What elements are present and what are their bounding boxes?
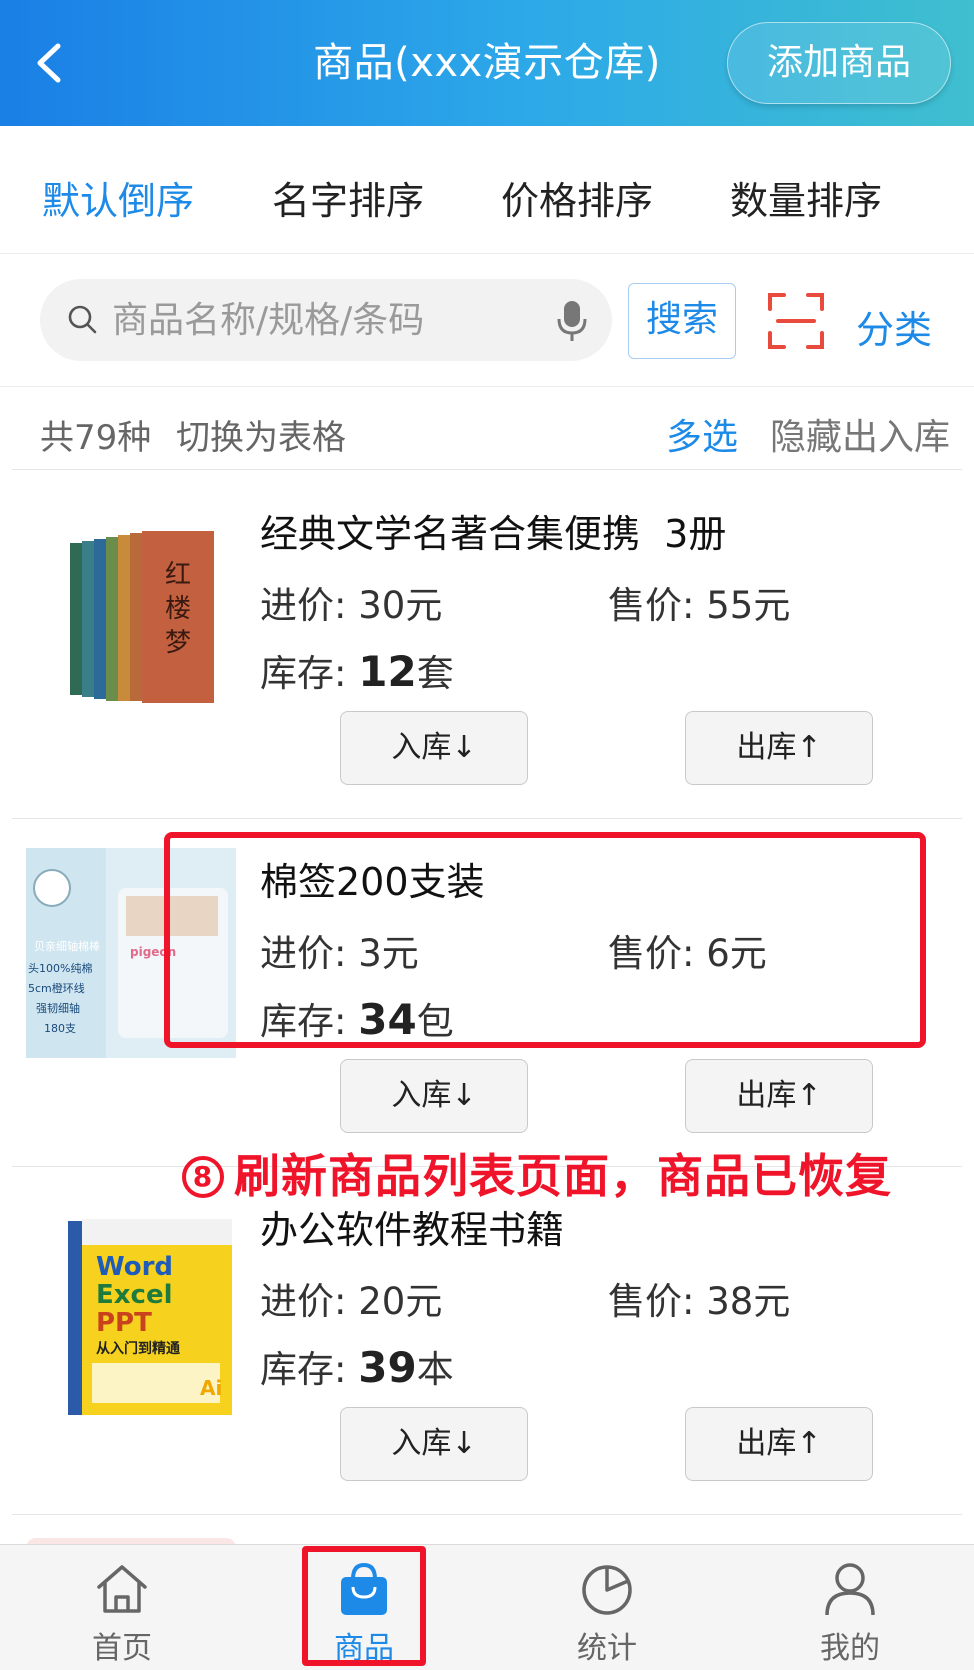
- thumb-text: PPT: [96, 1308, 152, 1338]
- cost-price: 进价: 30元: [260, 584, 443, 627]
- stock-quantity: 库存: 39本: [260, 1343, 454, 1392]
- user-icon: [825, 1563, 875, 1616]
- product-name: 办公软件教程书籍: [260, 1208, 565, 1252]
- pie-chart-icon: [582, 1565, 632, 1615]
- tab-price-sort[interactable]: 价格排序: [501, 170, 653, 225]
- stock-in-button[interactable]: 入库↓: [340, 711, 528, 785]
- multi-select-link[interactable]: 多选: [666, 408, 738, 460]
- search-input[interactable]: [112, 279, 542, 361]
- product-thumbnail: 红 楼 梦: [26, 499, 236, 719]
- sale-price: 售价: 55元: [608, 584, 791, 627]
- stock-quantity: 库存: 12套: [260, 647, 454, 696]
- tab-name-sort[interactable]: 名字排序: [272, 170, 424, 225]
- nav-statistics[interactable]: 统计: [527, 1545, 687, 1670]
- search-row: 搜索 分类: [0, 255, 974, 387]
- sort-bar: 默认倒序 名字排序 价格排序 数量排序: [0, 126, 974, 254]
- book-title-glyph-2: 楼: [165, 594, 191, 624]
- stock-out-button[interactable]: 出库↑: [685, 711, 873, 785]
- microphone-icon[interactable]: [554, 299, 590, 343]
- stock-out-button[interactable]: 出库↑: [685, 1059, 873, 1133]
- product-name: 经典文学名著合集便携 3册: [260, 512, 727, 556]
- book-title-glyph-3: 梦: [165, 628, 191, 658]
- nav-label: 我的: [820, 1631, 880, 1666]
- thumb-text: Excel: [96, 1280, 173, 1310]
- tab-default-desc[interactable]: 默认倒序: [42, 170, 194, 225]
- nav-label: 首页: [92, 1631, 152, 1666]
- search-button[interactable]: 搜索: [628, 283, 736, 359]
- thumb-text: 从入门到精通: [96, 1340, 180, 1357]
- home-icon: [97, 1565, 147, 1613]
- add-product-button[interactable]: 添加商品: [727, 22, 951, 104]
- stock-in-button[interactable]: 入库↓: [340, 1407, 528, 1481]
- scan-icon[interactable]: [768, 293, 824, 349]
- stock-in-button[interactable]: 入库↓: [340, 1059, 528, 1133]
- hide-in-out-link[interactable]: 隐藏出入库: [770, 408, 950, 460]
- switch-to-table-link[interactable]: 切换为表格: [176, 410, 346, 459]
- thumb-text: 头100%纯棉: [28, 961, 92, 975]
- product-card[interactable]: Word Excel PPT 从入门到精通 Ai 办公软件教程书籍 进价: 20…: [12, 1167, 962, 1515]
- annotation-text: 8 刷新商品列表页面，商品已恢复: [182, 1140, 892, 1206]
- search-box: [40, 279, 612, 361]
- annotation-step-number: 8: [182, 1156, 224, 1198]
- category-link[interactable]: 分类: [856, 299, 932, 354]
- app-header: 商品(xxx演示仓库) 添加商品: [0, 0, 974, 126]
- stock-out-button[interactable]: 出库↑: [685, 1407, 873, 1481]
- product-thumbnail: Word Excel PPT 从入门到精通 Ai: [26, 1195, 236, 1415]
- thumb-text: 贝亲细轴棉棒: [34, 939, 100, 953]
- nav-mine[interactable]: 我的: [770, 1545, 930, 1670]
- nav-home[interactable]: 首页: [42, 1545, 202, 1670]
- thumb-text: 180支: [44, 1022, 76, 1035]
- tab-quantity-sort[interactable]: 数量排序: [730, 170, 882, 225]
- thumb-text: 强韧细轴: [36, 1001, 80, 1015]
- thumb-text: Ai: [200, 1376, 222, 1400]
- product-count: 共79种: [40, 418, 152, 458]
- list-info-row: 共79种 切换为表格 多选 隐藏出入库: [12, 388, 962, 470]
- search-icon: [68, 305, 97, 334]
- product-card[interactable]: 红 楼 梦 经典文学名著合集便携 3册 进价: 30元 售价: 55元 库存: …: [12, 471, 962, 819]
- bottom-nav: 首页 商品 统计 我的: [0, 1544, 974, 1670]
- sale-price: 售价: 38元: [608, 1280, 791, 1323]
- thumb-text: Word: [96, 1252, 173, 1282]
- highlight-box: [164, 832, 926, 1048]
- nav-highlight-box: [302, 1546, 426, 1666]
- nav-label: 统计: [577, 1631, 637, 1666]
- cost-price: 进价: 20元: [260, 1280, 443, 1323]
- book-title-glyph-1: 红: [165, 560, 191, 590]
- thumb-text: 5cm橙环线: [28, 981, 85, 995]
